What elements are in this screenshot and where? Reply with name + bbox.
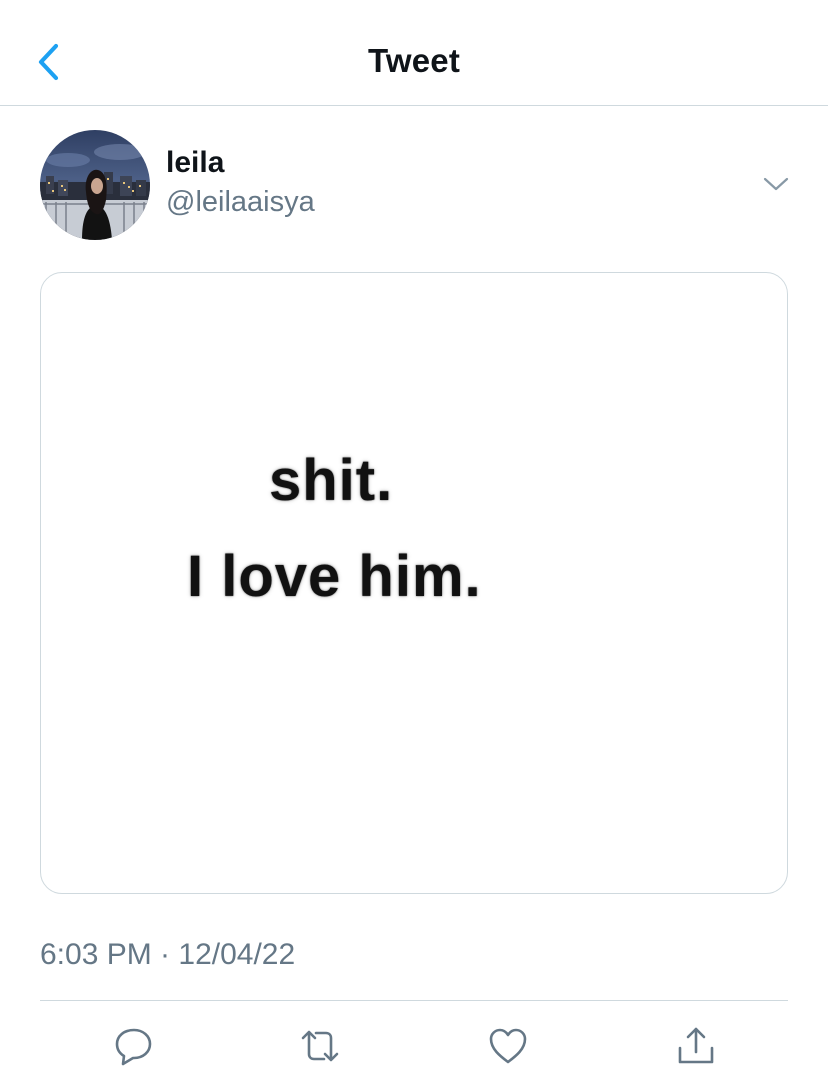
media-text-line: shit. bbox=[269, 448, 394, 513]
share-icon bbox=[678, 1027, 714, 1064]
heart-icon bbox=[489, 1028, 527, 1064]
tweet-options-button[interactable] bbox=[760, 170, 792, 198]
retweet-icon bbox=[301, 1030, 339, 1062]
share-button[interactable] bbox=[674, 1024, 718, 1068]
author-handle[interactable]: @leilaaisya bbox=[166, 186, 315, 219]
chevron-down-icon bbox=[763, 177, 789, 191]
like-button[interactable] bbox=[486, 1024, 530, 1068]
author-display-name[interactable]: leila bbox=[166, 146, 224, 180]
page-title: Tweet bbox=[367, 42, 461, 79]
reply-button[interactable] bbox=[112, 1024, 156, 1068]
tweet-detail-screen: Tweet leila @leilaaisya shit. I love him… bbox=[0, 0, 828, 1091]
retweet-button[interactable] bbox=[298, 1024, 342, 1068]
navigation-header: Tweet bbox=[0, 0, 828, 106]
reply-icon bbox=[115, 1028, 152, 1066]
avatar[interactable] bbox=[40, 130, 150, 240]
avatar-photo bbox=[40, 130, 150, 240]
divider bbox=[40, 1000, 788, 1001]
tweet-media-image[interactable]: shit. I love him. bbox=[40, 272, 788, 894]
tweet-timestamp[interactable]: 6:03 PM · 12/04/22 bbox=[40, 938, 295, 972]
media-text-line: I love him. bbox=[187, 544, 482, 609]
